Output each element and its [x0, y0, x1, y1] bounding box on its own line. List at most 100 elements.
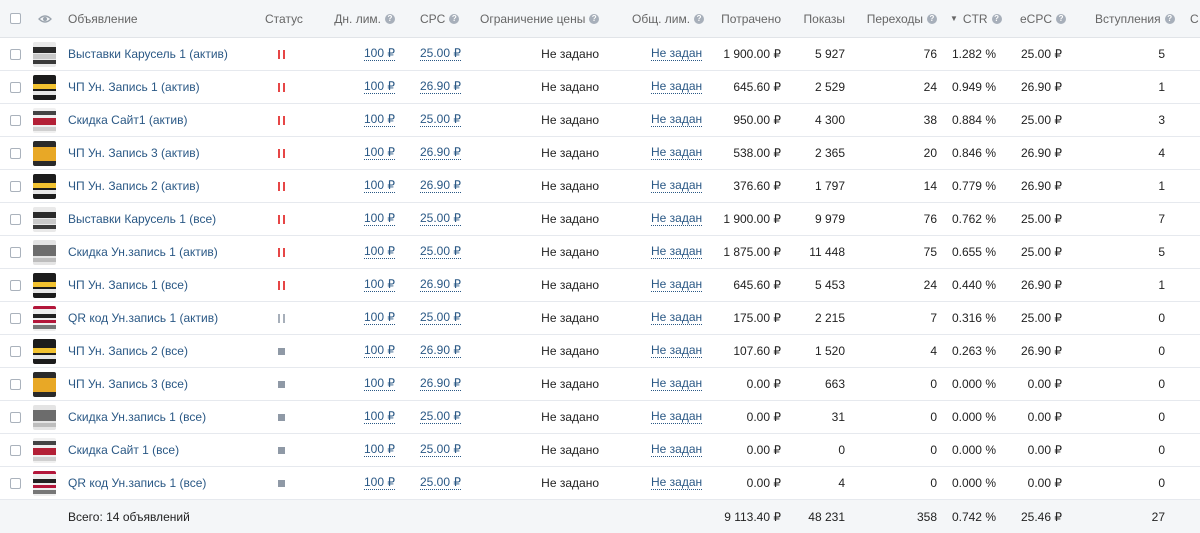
header-ad[interactable]: Объявление — [68, 0, 138, 37]
row-checkbox[interactable] — [10, 114, 21, 126]
ad-name-link[interactable]: Скидка Сайт 1 (все) — [68, 443, 179, 457]
pause-status-icon[interactable] — [278, 247, 285, 257]
pause-status-icon[interactable] — [278, 214, 285, 224]
total-limit-link[interactable]: Не задан — [651, 80, 703, 94]
pause-status-icon[interactable] — [278, 115, 285, 125]
table-row[interactable]: Скидка Сайт 1 (все) 100 ₽ 25.00 ₽ Не задано… — [0, 434, 1200, 467]
total-limit-link[interactable]: Не задан — [651, 311, 703, 325]
table-row[interactable]: ЧП Ун. Запись 3 (все) 100 ₽ 26.90 ₽ Не зада… — [0, 368, 1200, 401]
stopped-status-icon[interactable] — [278, 446, 285, 454]
row-checkbox-cell[interactable] — [10, 368, 21, 400]
total-limit-link[interactable]: Не задан — [651, 476, 703, 490]
row-checkbox-cell[interactable] — [10, 236, 21, 268]
cpc-link[interactable]: 25.00 ₽ — [420, 212, 461, 226]
cpc-link[interactable]: 25.00 ₽ — [420, 410, 461, 424]
daily-limit-link[interactable]: 100 ₽ — [364, 245, 395, 259]
header-next-col[interactable]: С — [1190, 0, 1199, 37]
row-checkbox[interactable] — [10, 246, 21, 258]
help-icon[interactable]: ? — [385, 13, 395, 24]
help-icon[interactable]: ? — [991, 13, 1002, 24]
pause-status-icon[interactable] — [278, 82, 285, 92]
ad-thumbnail[interactable] — [33, 74, 56, 100]
row-checkbox-cell[interactable] — [10, 434, 21, 466]
row-checkbox-cell[interactable] — [10, 137, 21, 169]
pause-status-icon[interactable] — [278, 148, 285, 158]
ad-name-link[interactable]: ЧП Ун. Запись 1 (все) — [68, 278, 188, 292]
ad-name-link[interactable]: Выставки Карусель 1 (актив) — [68, 47, 228, 61]
row-checkbox-cell[interactable] — [10, 335, 21, 367]
table-row[interactable]: QR код Ун.запись 1 (актив) 100 ₽ 25.00 ₽ Не… — [0, 302, 1200, 335]
ad-name-link[interactable]: ЧП Ун. Запись 2 (актив) — [68, 179, 200, 193]
table-row[interactable]: ЧП Ун. Запись 2 (актив) 100 ₽ 26.90 ₽ Не за… — [0, 170, 1200, 203]
help-icon[interactable]: ? — [589, 13, 599, 24]
total-limit-link[interactable]: Не задан — [651, 245, 703, 259]
pause-status-icon[interactable] — [278, 313, 285, 323]
cpc-link[interactable]: 26.90 ₽ — [420, 146, 461, 160]
cpc-link[interactable]: 25.00 ₽ — [420, 476, 461, 490]
table-row[interactable]: Выставки Карусель 1 (все) 100 ₽ 25.00 ₽ Не … — [0, 203, 1200, 236]
row-checkbox-cell[interactable] — [10, 170, 21, 202]
ad-thumbnail[interactable] — [33, 173, 56, 199]
table-row[interactable]: Выставки Карусель 1 (актив) 100 ₽ 25.00 ₽ Н… — [0, 38, 1200, 71]
table-row[interactable]: Скидка Сайт1 (актив) 100 ₽ 25.00 ₽ Не задан… — [0, 104, 1200, 137]
row-checkbox[interactable] — [10, 48, 21, 60]
header-impressions[interactable]: Показы — [790, 0, 845, 37]
row-checkbox-cell[interactable] — [10, 38, 21, 70]
select-all-cell[interactable] — [10, 0, 21, 37]
daily-limit-link[interactable]: 100 ₽ — [364, 344, 395, 358]
daily-limit-link[interactable]: 100 ₽ — [364, 377, 395, 391]
pause-status-icon[interactable] — [278, 49, 285, 59]
ad-thumbnail[interactable] — [33, 140, 56, 166]
row-checkbox[interactable] — [10, 312, 21, 324]
header-status[interactable]: Статус — [265, 0, 303, 37]
row-checkbox[interactable] — [10, 81, 21, 93]
daily-limit-link[interactable]: 100 ₽ — [364, 443, 395, 457]
ad-thumbnail[interactable] — [33, 41, 56, 67]
daily-limit-link[interactable]: 100 ₽ — [364, 179, 395, 193]
total-limit-link[interactable]: Не задан — [651, 179, 703, 193]
row-checkbox[interactable] — [10, 378, 21, 390]
cpc-link[interactable]: 26.90 ₽ — [420, 179, 461, 193]
stopped-status-icon[interactable] — [278, 380, 285, 388]
cpc-link[interactable]: 26.90 ₽ — [420, 344, 461, 358]
pause-status-icon[interactable] — [278, 181, 285, 191]
stopped-status-icon[interactable] — [278, 479, 285, 487]
row-checkbox[interactable] — [10, 279, 21, 291]
ad-name-link[interactable]: ЧП Ун. Запись 1 (актив) — [68, 80, 200, 94]
cpc-link[interactable]: 26.90 ₽ — [420, 80, 461, 94]
total-limit-link[interactable]: Не задан — [651, 377, 703, 391]
table-row[interactable]: QR код Ун.запись 1 (все) 100 ₽ 25.00 ₽ Не з… — [0, 467, 1200, 500]
header-total-limit[interactable]: Общ. лим.? — [632, 0, 705, 37]
row-checkbox-cell[interactable] — [10, 104, 21, 136]
header-cpc[interactable]: CPC? — [420, 0, 460, 37]
table-row[interactable]: ЧП Ун. Запись 3 (актив) 100 ₽ 26.90 ₽ Не за… — [0, 137, 1200, 170]
row-checkbox[interactable] — [10, 180, 21, 192]
ad-name-link[interactable]: Скидка Ун.запись 1 (актив) — [68, 245, 218, 259]
header-joins[interactable]: Вступления? — [1095, 0, 1175, 37]
row-checkbox[interactable] — [10, 477, 21, 489]
row-checkbox[interactable] — [10, 444, 21, 456]
ad-thumbnail[interactable] — [33, 404, 56, 430]
header-spent[interactable]: Потрачено — [700, 0, 781, 37]
cpc-link[interactable]: 25.00 ₽ — [420, 47, 461, 61]
daily-limit-link[interactable]: 100 ₽ — [364, 146, 395, 160]
help-icon[interactable]: ? — [1056, 13, 1067, 24]
row-checkbox[interactable] — [10, 411, 21, 423]
ad-name-link[interactable]: Выставки Карусель 1 (все) — [68, 212, 216, 226]
ad-name-link[interactable]: ЧП Ун. Запись 3 (актив) — [68, 146, 200, 160]
total-limit-link[interactable]: Не задан — [651, 212, 703, 226]
row-checkbox-cell[interactable] — [10, 467, 21, 499]
ad-name-link[interactable]: Скидка Сайт1 (актив) — [68, 113, 187, 127]
ad-name-link[interactable]: ЧП Ун. Запись 2 (все) — [68, 344, 188, 358]
daily-limit-link[interactable]: 100 ₽ — [364, 80, 395, 94]
table-row[interactable]: ЧП Ун. Запись 1 (актив) 100 ₽ 26.90 ₽ Не за… — [0, 71, 1200, 104]
row-checkbox[interactable] — [10, 147, 21, 159]
ad-name-link[interactable]: ЧП Ун. Запись 3 (все) — [68, 377, 188, 391]
cpc-link[interactable]: 26.90 ₽ — [420, 377, 461, 391]
row-checkbox-cell[interactable] — [10, 203, 21, 235]
ad-thumbnail[interactable] — [33, 305, 56, 331]
ad-name-link[interactable]: QR код Ун.запись 1 (актив) — [68, 311, 218, 325]
table-row[interactable]: Скидка Ун.запись 1 (все) 100 ₽ 25.00 ₽ Не з… — [0, 401, 1200, 434]
row-checkbox[interactable] — [10, 345, 21, 357]
daily-limit-link[interactable]: 100 ₽ — [364, 410, 395, 424]
